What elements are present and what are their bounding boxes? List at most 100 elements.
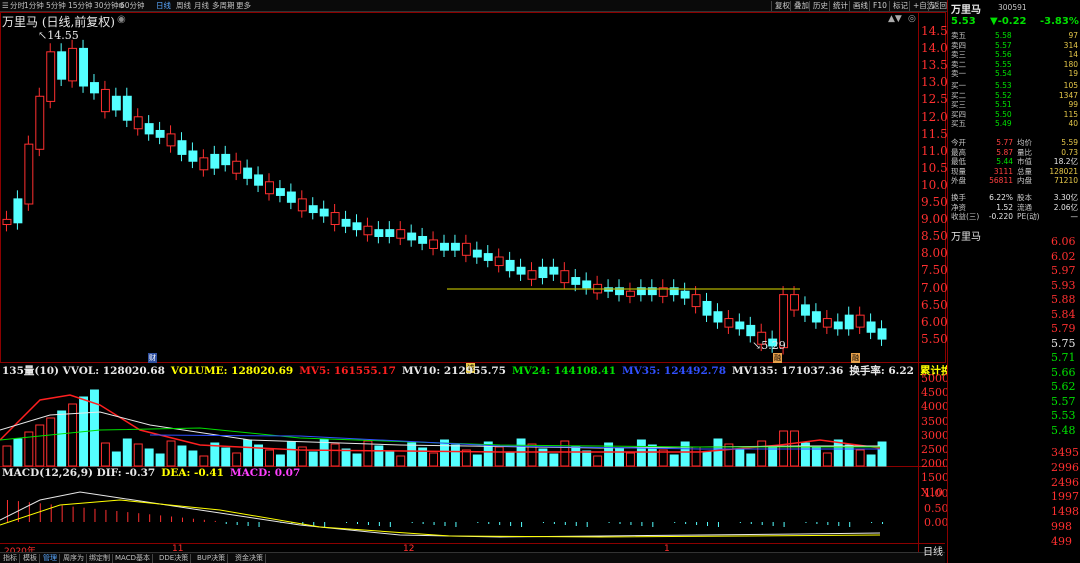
bottom-tab-6[interactable]: DDE决策 [157, 554, 192, 563]
period-tab-0[interactable]: 分时 [10, 1, 25, 11]
period-footer[interactable]: 日线 [923, 543, 943, 558]
period-tab-6[interactable]: 日线 [156, 1, 171, 11]
candle-body [582, 280, 592, 289]
stock-name: 万里马 [951, 5, 981, 16]
chart-settings-icon[interactable]: ◉ [117, 14, 126, 25]
candle-body [275, 188, 285, 196]
candle-body [429, 239, 439, 249]
volume-indicator-0: 135量(10) VVOL: 128020.68 [2, 365, 165, 377]
bottom-tab-8[interactable]: 资金决策 [233, 554, 266, 563]
bottom-tab-0[interactable]: 指标 [1, 554, 20, 563]
orderbook-label: 买二 [951, 90, 966, 100]
candle-body [24, 143, 34, 205]
orderbook-label: 买一 [951, 81, 966, 90]
candle-body [199, 157, 209, 171]
stat-label: 现量 [951, 166, 966, 176]
volume-bar [177, 445, 187, 467]
stats-row: 现量 3111 总量 128021 [951, 167, 1078, 177]
stat-value: 5.44 [996, 157, 1013, 167]
chart-arrows-icon[interactable]: ▲▼ [888, 14, 902, 24]
toolbar-button-4[interactable]: 画线 [849, 1, 868, 11]
volume-bar [188, 450, 198, 467]
candle-body [811, 311, 821, 323]
marker-rong-1[interactable]: 融 [773, 353, 782, 363]
bottom-tab-3[interactable]: 周序为 [61, 554, 87, 563]
intraday-axis-label: 6.06 [1051, 235, 1076, 248]
volume-bar [199, 455, 209, 467]
macd-indicator-0: MACD(12,26,9) DIF: -0.37 [2, 467, 156, 479]
settings-icon[interactable]: ⚙ [118, 1, 125, 11]
orderbook-label: 买五 [951, 119, 966, 129]
toolbar-button-6[interactable]: 标记 [889, 1, 908, 11]
candle-body [2, 218, 12, 226]
candle-body [374, 229, 384, 237]
chart-options-icon[interactable]: ◎ [908, 14, 916, 24]
intraday-axis-label: 5.84 [1051, 307, 1076, 321]
bottom-tab-5[interactable]: MACD基本 [113, 554, 153, 563]
candle-body [735, 321, 745, 330]
volume-bar [702, 451, 712, 467]
period-tab-4[interactable]: 30分钟 [94, 1, 119, 11]
period-tab-8[interactable]: 月线 [194, 1, 209, 11]
stat-label: 换手 [951, 193, 966, 202]
price-axis-label: 6.50 [921, 297, 948, 312]
candle-body [210, 153, 220, 169]
volume-bar [46, 417, 56, 467]
intraday-axis-label: 5.97 [1051, 264, 1076, 277]
macd-axis-label: 1.00 [924, 487, 949, 500]
macd-indicator-2: MACD: 0.07 [229, 467, 301, 479]
period-tab-3[interactable]: 15分钟 [68, 1, 93, 11]
stat-label: 净资 [951, 202, 966, 212]
intraday-volume-axis-label: 1997 [1051, 490, 1079, 504]
stat-label: 总量 [1017, 166, 1032, 176]
volume-bar [505, 451, 515, 467]
toolbar-button-5[interactable]: F10 [869, 1, 887, 11]
volume-bar [111, 451, 121, 467]
toolbar-button-3[interactable]: 统计 [829, 1, 848, 11]
candle-body [122, 95, 132, 121]
candle-body [418, 235, 428, 244]
candle-body [352, 222, 362, 231]
candle-body [680, 290, 690, 299]
high-price-label: ↖14.55 [38, 29, 79, 42]
ma-line [0, 427, 880, 448]
orderbook-price: 5.54 [995, 69, 1012, 79]
toolbar-menu-icon[interactable]: ☰ [2, 1, 9, 11]
bottom-tab-1[interactable]: 模板 [21, 554, 40, 563]
stats-row: 换手 6.22% 股本 3.30亿 [951, 193, 1078, 203]
orderbook-price: 5.58 [995, 31, 1012, 40]
intraday-volume-axis-label: 499 [1051, 534, 1072, 548]
candle-body [483, 253, 493, 261]
stat-value: — [1070, 212, 1079, 222]
volume-bar [396, 455, 406, 467]
toolbar-button-8[interactable]: 返回 [928, 1, 947, 11]
marker-cai[interactable]: 财 [148, 353, 157, 363]
candle-body [297, 198, 307, 212]
volume-bar [450, 444, 460, 467]
period-tab-1[interactable]: 1分钟 [24, 1, 44, 11]
volume-bar [779, 430, 789, 467]
volume-bar [385, 450, 395, 467]
period-tab-7[interactable]: 周线 [176, 1, 191, 11]
period-tab-2[interactable]: 5分钟 [46, 1, 66, 11]
bottom-tab-7[interactable]: BUP决策 [195, 554, 229, 563]
bottom-tab-2[interactable]: 管理 [41, 554, 60, 563]
volume-bar [811, 447, 821, 467]
volume-indicator-5: MV35: 124492.78 [622, 365, 727, 377]
toolbar-button-1[interactable]: 叠加 [790, 1, 809, 11]
marker-rong-2[interactable]: 融 [851, 353, 860, 363]
candle-body [407, 232, 417, 241]
stat-value: 18.2亿 [1053, 157, 1078, 167]
toolbar-button-0[interactable]: 复权 [771, 1, 790, 11]
orderbook-label: 卖三 [951, 50, 966, 60]
candle-body [188, 150, 198, 162]
volume-indicator-1: VOLUME: 128020.69 [170, 365, 294, 377]
candle-body [232, 160, 242, 174]
ma-line [0, 499, 881, 538]
bottom-tab-4[interactable]: 绑定制 [87, 554, 113, 563]
period-tab-10[interactable]: 更多 [236, 1, 251, 11]
macd-axis-label: 0.00 [924, 516, 949, 529]
toolbar-button-2[interactable]: 历史 [809, 1, 828, 11]
period-tab-9[interactable]: 多周期 [212, 1, 235, 11]
volume-bar [13, 438, 23, 467]
